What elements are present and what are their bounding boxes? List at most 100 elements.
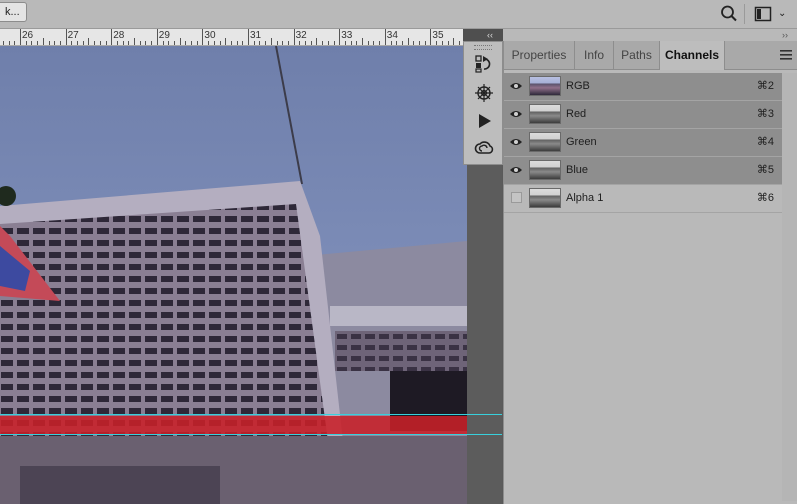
ruler-minor-tick (447, 41, 449, 45)
ruler-minor-tick (48, 41, 50, 45)
truncated-toolbar-button[interactable]: k... (0, 2, 27, 22)
ruler-minor-tick (270, 38, 272, 45)
ruler-minor-tick (179, 38, 181, 45)
ruler-minor-tick (145, 41, 147, 45)
ruler-minor-tick (31, 41, 33, 45)
collapse-panel-chevron-icon[interactable]: ›› (782, 29, 788, 41)
ruler-minor-tick (327, 41, 329, 45)
ruler-major-tick (156, 29, 158, 45)
ruler-minor-tick (373, 41, 375, 45)
workspace-dropdown-chevron-icon[interactable]: ⌄ (778, 5, 786, 23)
channel-name: RGB (566, 80, 590, 92)
eye-icon[interactable] (509, 109, 523, 119)
search-icon[interactable] (719, 4, 739, 24)
expand-dock-chevron-icon[interactable]: ‹‹ (487, 29, 493, 41)
play-action-icon[interactable] (474, 111, 494, 131)
guide-line-top[interactable] (0, 414, 502, 415)
panel-menu-icon[interactable] (780, 50, 792, 60)
channel-thumbnail (529, 76, 561, 96)
ruler-minor-tick (316, 38, 318, 45)
ruler-label: 32 (295, 30, 307, 41)
tab-info[interactable]: Info (575, 41, 614, 69)
ruler-minor-tick (139, 41, 141, 45)
visibility-toggle-empty[interactable] (511, 192, 522, 203)
ruler-major-tick (65, 29, 67, 45)
channel-shortcut: ⌘6 (756, 192, 774, 204)
ruler-minor-tick (362, 38, 363, 45)
channel-shortcut: ⌘4 (756, 136, 774, 148)
document-canvas[interactable] (0, 46, 467, 504)
channel-name: Green (566, 136, 597, 148)
eye-icon[interactable] (509, 81, 523, 91)
ruler-minor-tick (413, 41, 415, 45)
ruler-minor-tick (2, 41, 4, 45)
history-icon[interactable] (474, 54, 494, 74)
ruler-minor-tick (168, 41, 170, 45)
ruler-minor-tick (219, 41, 221, 45)
ruler-minor-tick (42, 38, 44, 45)
channel-row-green[interactable]: Green ⌘4 (504, 129, 782, 157)
ruler-minor-tick (344, 41, 346, 45)
ruler-minor-tick (458, 41, 460, 45)
ruler-major-tick (202, 29, 204, 45)
ruler-minor-tick (453, 38, 455, 45)
ruler-minor-tick (396, 41, 398, 45)
eye-icon[interactable] (509, 137, 523, 147)
tab-channels[interactable]: Channels (660, 41, 725, 70)
ruler-minor-tick (213, 41, 215, 45)
ruler-label: 27 (67, 30, 79, 41)
ruler-minor-tick (99, 41, 101, 45)
ruler-minor-tick (333, 41, 335, 45)
eye-icon[interactable] (509, 165, 523, 175)
dock-grip[interactable] (474, 45, 492, 50)
ruler-major-tick (384, 29, 386, 45)
ruler-minor-tick (162, 41, 164, 45)
ruler-minor-tick (37, 41, 39, 45)
ruler-minor-tick (236, 41, 238, 45)
creative-cloud-libraries-icon[interactable] (474, 138, 494, 158)
ruler-minor-tick (77, 41, 78, 45)
tab-paths[interactable]: Paths (614, 41, 660, 69)
ruler-minor-tick (105, 41, 107, 45)
channel-row-red[interactable]: Red ⌘3 (504, 101, 782, 129)
channel-row-alpha-1[interactable]: Alpha 1 ⌘6 (504, 185, 782, 213)
ruler-major-tick (248, 29, 249, 45)
channel-name: Alpha 1 (566, 192, 604, 204)
ruler-minor-tick (191, 41, 192, 45)
ruler-minor-tick (367, 41, 369, 45)
ruler-minor-tick (71, 41, 73, 45)
guide-line-bottom[interactable] (0, 434, 502, 435)
ruler-label: 34 (386, 30, 398, 41)
channel-row-rgb[interactable]: RGB ⌘2 (504, 73, 782, 101)
options-bar: k... ⌄ (0, 0, 797, 29)
ruler-minor-tick (173, 41, 175, 45)
channel-list-scrollbar[interactable] (782, 73, 797, 501)
mini-panel-dock (463, 41, 503, 165)
ruler-minor-tick (350, 41, 352, 45)
ruler-minor-tick (436, 41, 438, 45)
ruler-minor-tick (122, 41, 124, 45)
ruler-label: 35 (432, 30, 444, 41)
workspace-icon[interactable] (754, 5, 772, 23)
ruler-minor-tick (253, 41, 255, 45)
channel-thumbnail (529, 104, 561, 124)
ruler-label: 29 (158, 30, 170, 41)
channel-shortcut: ⌘5 (756, 164, 774, 176)
ruler-minor-tick (116, 41, 118, 45)
channel-shortcut: ⌘2 (756, 80, 774, 92)
channel-row-blue[interactable]: Blue ⌘5 (504, 157, 782, 185)
ruler-minor-tick (379, 41, 381, 45)
ruler-minor-tick (276, 41, 278, 45)
ruler-major-tick (339, 29, 341, 45)
ruler-minor-tick (299, 41, 301, 45)
ruler-minor-tick (259, 41, 261, 45)
ruler-minor-tick (287, 41, 289, 45)
channel-name: Blue (566, 164, 589, 176)
tab-properties[interactable]: Properties (504, 41, 575, 69)
brush-settings-icon[interactable] (474, 83, 494, 103)
ruler-minor-tick (265, 41, 267, 45)
channels-panel: Properties Info Paths Channels RGB ⌘2 Re… (503, 41, 797, 504)
horizontal-ruler: 26 27 28 29 30 31 32 33 34 35 (0, 29, 467, 46)
ruler-minor-tick (441, 41, 443, 45)
ruler-minor-tick (282, 41, 284, 45)
